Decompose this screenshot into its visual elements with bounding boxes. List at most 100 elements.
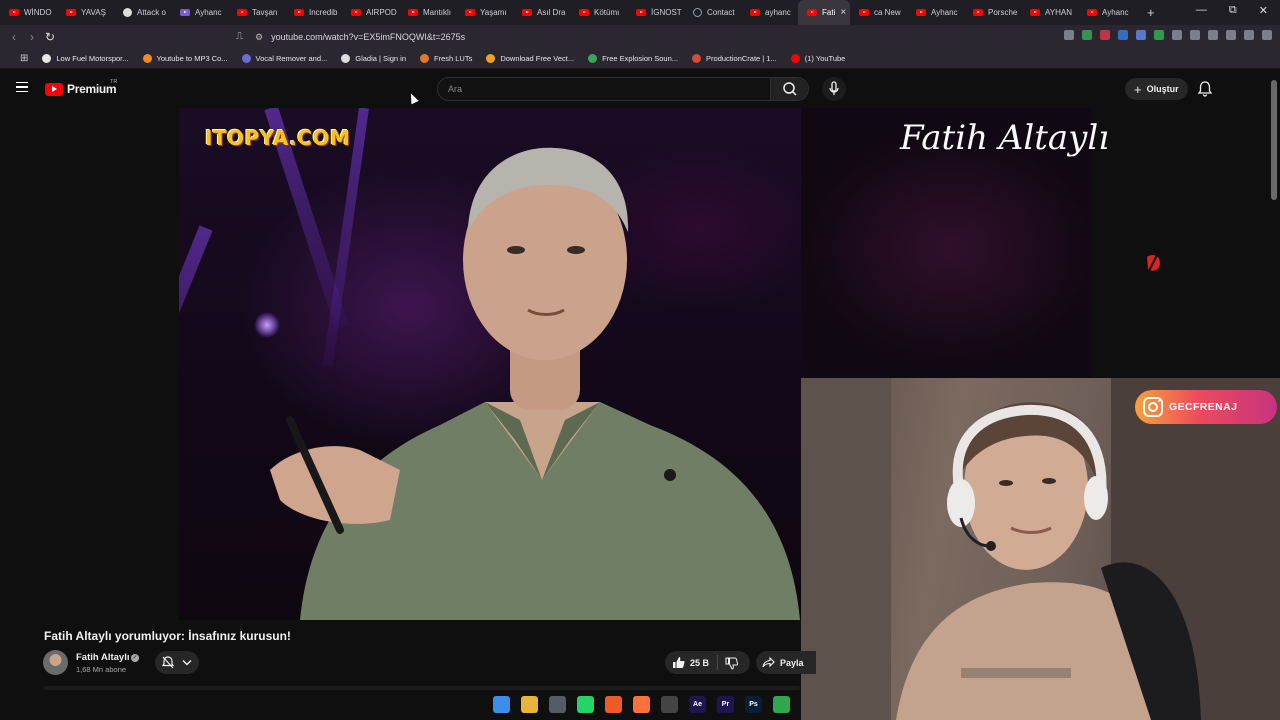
bookmark-favicon-icon	[341, 54, 351, 63]
browser-tab[interactable]: Ayhanc	[171, 0, 228, 25]
music-icon[interactable]	[1226, 30, 1236, 40]
channel-name[interactable]: Fatih Altaylı	[76, 652, 130, 663]
minimize-button[interactable]: —	[1196, 4, 1207, 17]
back-icon[interactable]: ‹	[5, 30, 23, 44]
tab-close-icon[interactable]: ×	[840, 7, 846, 18]
reload-icon[interactable]: ↻	[41, 30, 59, 44]
extension-icon[interactable]	[1064, 30, 1074, 40]
share-icon	[762, 657, 775, 668]
bookmark-item[interactable]: (1) YouTube	[790, 54, 845, 63]
tab-label: Asıl Dra	[537, 8, 566, 17]
browser-tab[interactable]: Yaşamı	[456, 0, 513, 25]
apps-grid-icon[interactable]: ⊞	[20, 53, 28, 64]
browser-tab[interactable]: Asıl Dra	[513, 0, 570, 25]
restore-button[interactable]: ⧉	[1229, 4, 1237, 17]
chatgpt-icon[interactable]	[661, 696, 678, 713]
youtube-icon	[237, 9, 247, 16]
browser-tab[interactable]: Tavşan	[228, 0, 285, 25]
browser-tab[interactable]: AIRPOD	[342, 0, 399, 25]
extension-icon[interactable]	[1118, 30, 1128, 40]
youtube-icon	[750, 9, 760, 16]
bookmark-item[interactable]: Youtube to MP3 Co...	[142, 54, 228, 63]
bookmark-favicon-icon	[588, 54, 598, 63]
youtube-icon	[636, 9, 646, 16]
download-icon[interactable]	[1208, 30, 1218, 40]
search-button[interactable]	[770, 78, 808, 100]
youtube-icon	[522, 9, 532, 16]
youtube-header: Premium TR + Oluştur	[0, 70, 1280, 108]
browser-tab[interactable]: Attack o	[114, 0, 171, 25]
browser-tab[interactable]: ayhanc	[741, 0, 798, 25]
firefox-icon[interactable]	[633, 696, 650, 713]
browser-tab[interactable]: Mantıklı	[399, 0, 456, 25]
browser-toolbar: ‹ › ↻ ⎍ ⚙ youtube.com/watch?v=EX5imFNOQW…	[0, 25, 1280, 49]
extension-icon[interactable]	[1136, 30, 1146, 40]
search-input[interactable]	[438, 78, 771, 100]
extension-icon[interactable]	[1154, 30, 1164, 40]
tab-label: YAVAŞ	[81, 8, 106, 17]
browser-tab[interactable]: Ayhanc	[1078, 0, 1135, 25]
youtube-logo[interactable]: Premium TR	[45, 79, 117, 96]
browser-tab[interactable]: ca New	[850, 0, 907, 25]
address-bar[interactable]: ⚙ youtube.com/watch?v=EX5imFNOQWI&t=2675…	[255, 27, 935, 47]
photoshop-icon[interactable]: Ps	[745, 696, 762, 713]
bookmark-icon[interactable]: ⎍	[236, 31, 243, 42]
tab-label: Ayhanc	[195, 8, 222, 17]
browser-tab[interactable]: Ayhanc	[907, 0, 964, 25]
like-icon[interactable]	[672, 656, 685, 669]
extension-icon[interactable]	[1082, 30, 1092, 40]
bookmark-item[interactable]: ProductionCrate | 1...	[692, 54, 777, 63]
browser-tab[interactable]: AYHAN	[1021, 0, 1078, 25]
browser-tab[interactable]: YAVAŞ	[57, 0, 114, 25]
sponsor-watermark: ITOPYA.COM	[205, 126, 351, 150]
tab-active[interactable]: Fati ×	[798, 0, 850, 25]
media-player-icon[interactable]	[773, 696, 790, 713]
window-close-button[interactable]: ✕	[1259, 4, 1268, 17]
browser-tab[interactable]: Porsche	[964, 0, 1021, 25]
premiere-icon[interactable]: Pr	[717, 696, 734, 713]
browser-tab[interactable]: Kötümı	[570, 0, 627, 25]
browser-tab[interactable]: Contact	[684, 0, 741, 25]
page-scrollbar[interactable]	[1271, 80, 1277, 200]
bookmark-item[interactable]: Gladia | Sign in	[341, 54, 406, 63]
like-count[interactable]: 25 B	[690, 658, 709, 668]
wallet-icon[interactable]	[1244, 30, 1254, 40]
windows-start-icon[interactable]	[493, 696, 510, 713]
browser-tab[interactable]: WİNDO	[0, 0, 57, 25]
hamburger-menu-icon[interactable]	[16, 82, 28, 92]
bookmark-item[interactable]: Low Fuel Motorspor...	[42, 54, 129, 63]
youtube-icon	[66, 9, 76, 16]
extension-icon[interactable]	[1100, 30, 1110, 40]
file-explorer-icon[interactable]	[521, 696, 538, 713]
browser-tab[interactable]: Incredib	[285, 0, 342, 25]
notifications-bell-icon[interactable]	[1196, 80, 1214, 98]
forward-icon[interactable]: ›	[23, 30, 41, 44]
bookmark-item[interactable]: Fresh LUTs	[420, 54, 472, 63]
sidebar-icon[interactable]	[1190, 30, 1200, 40]
notification-settings-button[interactable]	[155, 651, 199, 674]
bookmark-item[interactable]: Free Explosion Soun...	[588, 54, 678, 63]
verified-check-icon: ✓	[131, 654, 139, 662]
url-text[interactable]: youtube.com/watch?v=EX5imFNOQWI&t=2675s	[271, 32, 465, 42]
like-divider	[717, 655, 718, 670]
share-button[interactable]: Payla	[756, 651, 816, 674]
brave-icon[interactable]	[605, 696, 622, 713]
menu-icon[interactable]	[1262, 30, 1272, 40]
bookmark-item[interactable]: Vocal Remover and...	[241, 54, 327, 63]
new-tab-button[interactable]: +	[1147, 5, 1155, 20]
bookmarks-bar: ⊞ Low Fuel Motorspor... Youtube to MP3 Co…	[0, 49, 1280, 69]
dislike-icon[interactable]	[725, 657, 738, 670]
whatsapp-icon[interactable]	[577, 696, 594, 713]
create-button[interactable]: + Oluştur	[1125, 78, 1188, 100]
browser-tab[interactable]: İGNOST	[627, 0, 684, 25]
youtube-icon	[351, 9, 361, 16]
bookmark-item[interactable]: Download Free Vect...	[486, 54, 574, 63]
presenter-figure	[270, 147, 800, 620]
channel-avatar[interactable]	[43, 650, 68, 675]
voice-search-button[interactable]	[822, 77, 846, 101]
tab-label: Incredib	[309, 8, 338, 17]
site-info-icon[interactable]: ⚙	[255, 32, 263, 43]
after-effects-icon[interactable]: Ae	[689, 696, 706, 713]
notepad-icon[interactable]	[549, 696, 566, 713]
puzzle-icon[interactable]	[1172, 30, 1182, 40]
